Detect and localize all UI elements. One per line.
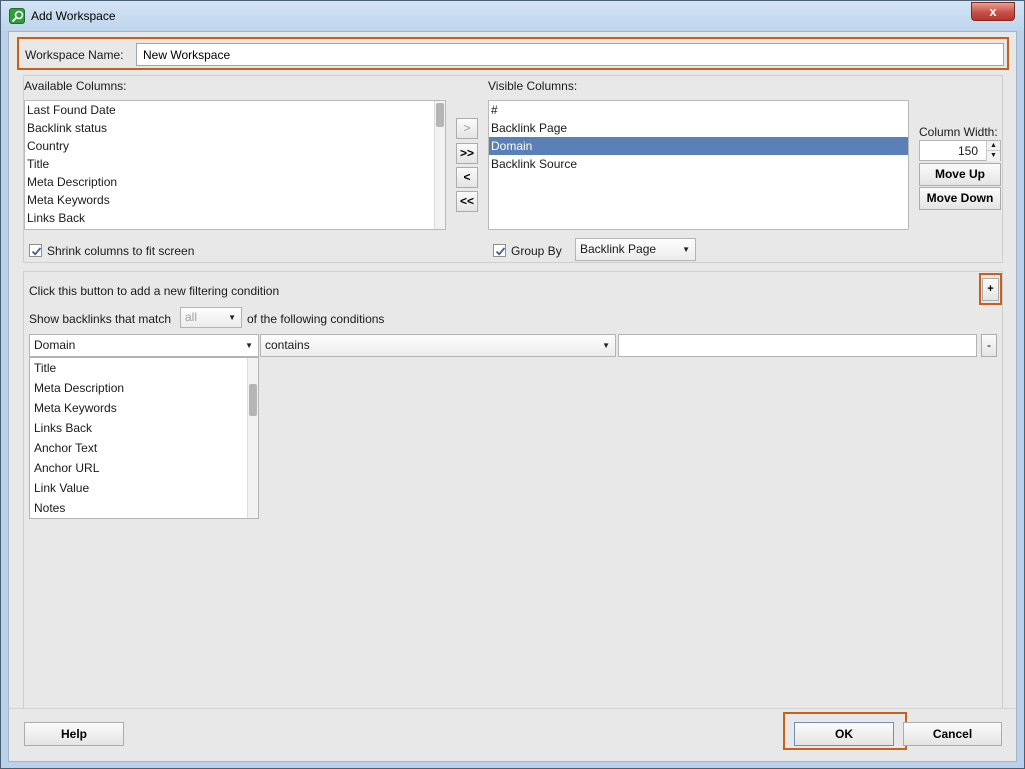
visible-columns-label: Visible Columns: (488, 79, 578, 93)
add-column-button[interactable]: > (456, 118, 478, 139)
field-option[interactable]: Anchor URL (30, 458, 258, 478)
visible-column-item[interactable]: Domain (489, 137, 908, 155)
available-columns-list[interactable]: Last Found Date Backlink status Country Tit… (24, 100, 446, 230)
title-bar[interactable]: Add Workspace x (1, 1, 1024, 31)
match-suffix-label: of the following conditions (247, 312, 385, 326)
shrink-columns-label: Shrink columns to fit screen (47, 244, 195, 258)
condition-value-input[interactable] (618, 334, 977, 357)
column-width-value: 150 (957, 144, 978, 158)
visible-columns-list[interactable]: # Backlink Page Domain Backlink Source (488, 100, 909, 230)
available-column-item[interactable]: Meta Description (25, 173, 445, 191)
add-condition-button[interactable]: + (982, 278, 999, 301)
column-width-label: Column Width: (919, 125, 998, 139)
spinner-up-icon[interactable]: ▲ (986, 141, 1000, 151)
remove-column-button[interactable]: < (456, 167, 478, 188)
footer-divider (9, 708, 1016, 709)
visible-column-item[interactable]: Backlink Page (489, 119, 908, 137)
available-columns-label: Available Columns: (24, 79, 127, 93)
remove-condition-button[interactable]: - (981, 334, 997, 357)
chevron-down-icon: ▼ (682, 245, 690, 254)
field-option[interactable]: Meta Description (30, 378, 258, 398)
window-title: Add Workspace (31, 9, 116, 23)
scrollbar-thumb[interactable] (436, 103, 444, 127)
match-mode-select[interactable]: all ▼ (180, 307, 242, 328)
chevron-down-icon: ▼ (602, 341, 610, 350)
checkmark-icon (495, 247, 506, 256)
scrollbar-thumb[interactable] (249, 384, 257, 416)
chevron-down-icon: ▼ (245, 341, 253, 350)
search-key-icon (9, 8, 25, 24)
help-button[interactable]: Help (24, 722, 124, 746)
visible-column-item[interactable]: Backlink Source (489, 155, 908, 173)
checkmark-icon (31, 247, 42, 256)
available-column-item[interactable]: Title (25, 155, 445, 173)
chevron-down-icon: ▼ (228, 313, 236, 322)
condition-operator-value: contains (265, 338, 310, 352)
group-by-checkbox[interactable] (493, 244, 506, 257)
move-down-button[interactable]: Move Down (919, 187, 1001, 210)
available-column-item[interactable]: Meta Keywords (25, 191, 445, 209)
filter-hint: Click this button to add a new filtering… (29, 284, 280, 298)
workspace-name-row: Workspace Name: (17, 37, 1009, 70)
workspace-name-input[interactable] (136, 43, 1004, 66)
close-button[interactable]: x (971, 2, 1015, 21)
ok-button[interactable]: OK (794, 722, 894, 746)
match-mode-value: all (185, 310, 198, 324)
available-column-item[interactable]: Backlink status (25, 119, 445, 137)
group-by-select[interactable]: Backlink Page ▼ (575, 238, 696, 261)
group-by-label: Group By (511, 244, 562, 258)
group-by-value: Backlink Page (580, 242, 657, 256)
remove-all-columns-button[interactable]: << (456, 191, 478, 212)
cancel-button[interactable]: Cancel (903, 722, 1002, 746)
available-column-item[interactable]: Last Found Date (25, 101, 445, 119)
shrink-columns-checkbox[interactable] (29, 244, 42, 257)
field-option[interactable]: Meta Keywords (30, 398, 258, 418)
visible-column-item[interactable]: # (489, 101, 908, 119)
field-option[interactable]: Link Value (30, 478, 258, 498)
condition-field-value: Domain (34, 338, 76, 352)
condition-field-select[interactable]: Domain ▼ (29, 334, 259, 357)
workspace-name-label: Workspace Name: (25, 48, 124, 62)
spinner-down-icon[interactable]: ▼ (986, 151, 1000, 161)
available-column-item[interactable]: Links Back (25, 209, 445, 227)
condition-field-dropdown[interactable]: Title Meta Description Meta Keywords Links … (29, 357, 259, 519)
condition-operator-select[interactable]: contains ▼ (260, 334, 616, 357)
add-all-columns-button[interactable]: >> (456, 143, 478, 164)
field-option[interactable]: Links Back (30, 418, 258, 438)
available-column-item[interactable]: Country (25, 137, 445, 155)
dropdown-scrollbar[interactable] (247, 358, 258, 518)
move-up-button[interactable]: Move Up (919, 163, 1001, 186)
match-prefix-label: Show backlinks that match (29, 312, 172, 326)
field-option[interactable]: Anchor Text (30, 438, 258, 458)
field-option[interactable]: Title (30, 358, 258, 378)
column-width-spinner[interactable]: 150 ▲ ▼ (919, 140, 1001, 161)
available-columns-scrollbar[interactable] (434, 101, 445, 229)
add-workspace-dialog: Add Workspace x Workspace Name: Availabl… (0, 0, 1025, 769)
field-option[interactable]: Notes (30, 498, 258, 518)
